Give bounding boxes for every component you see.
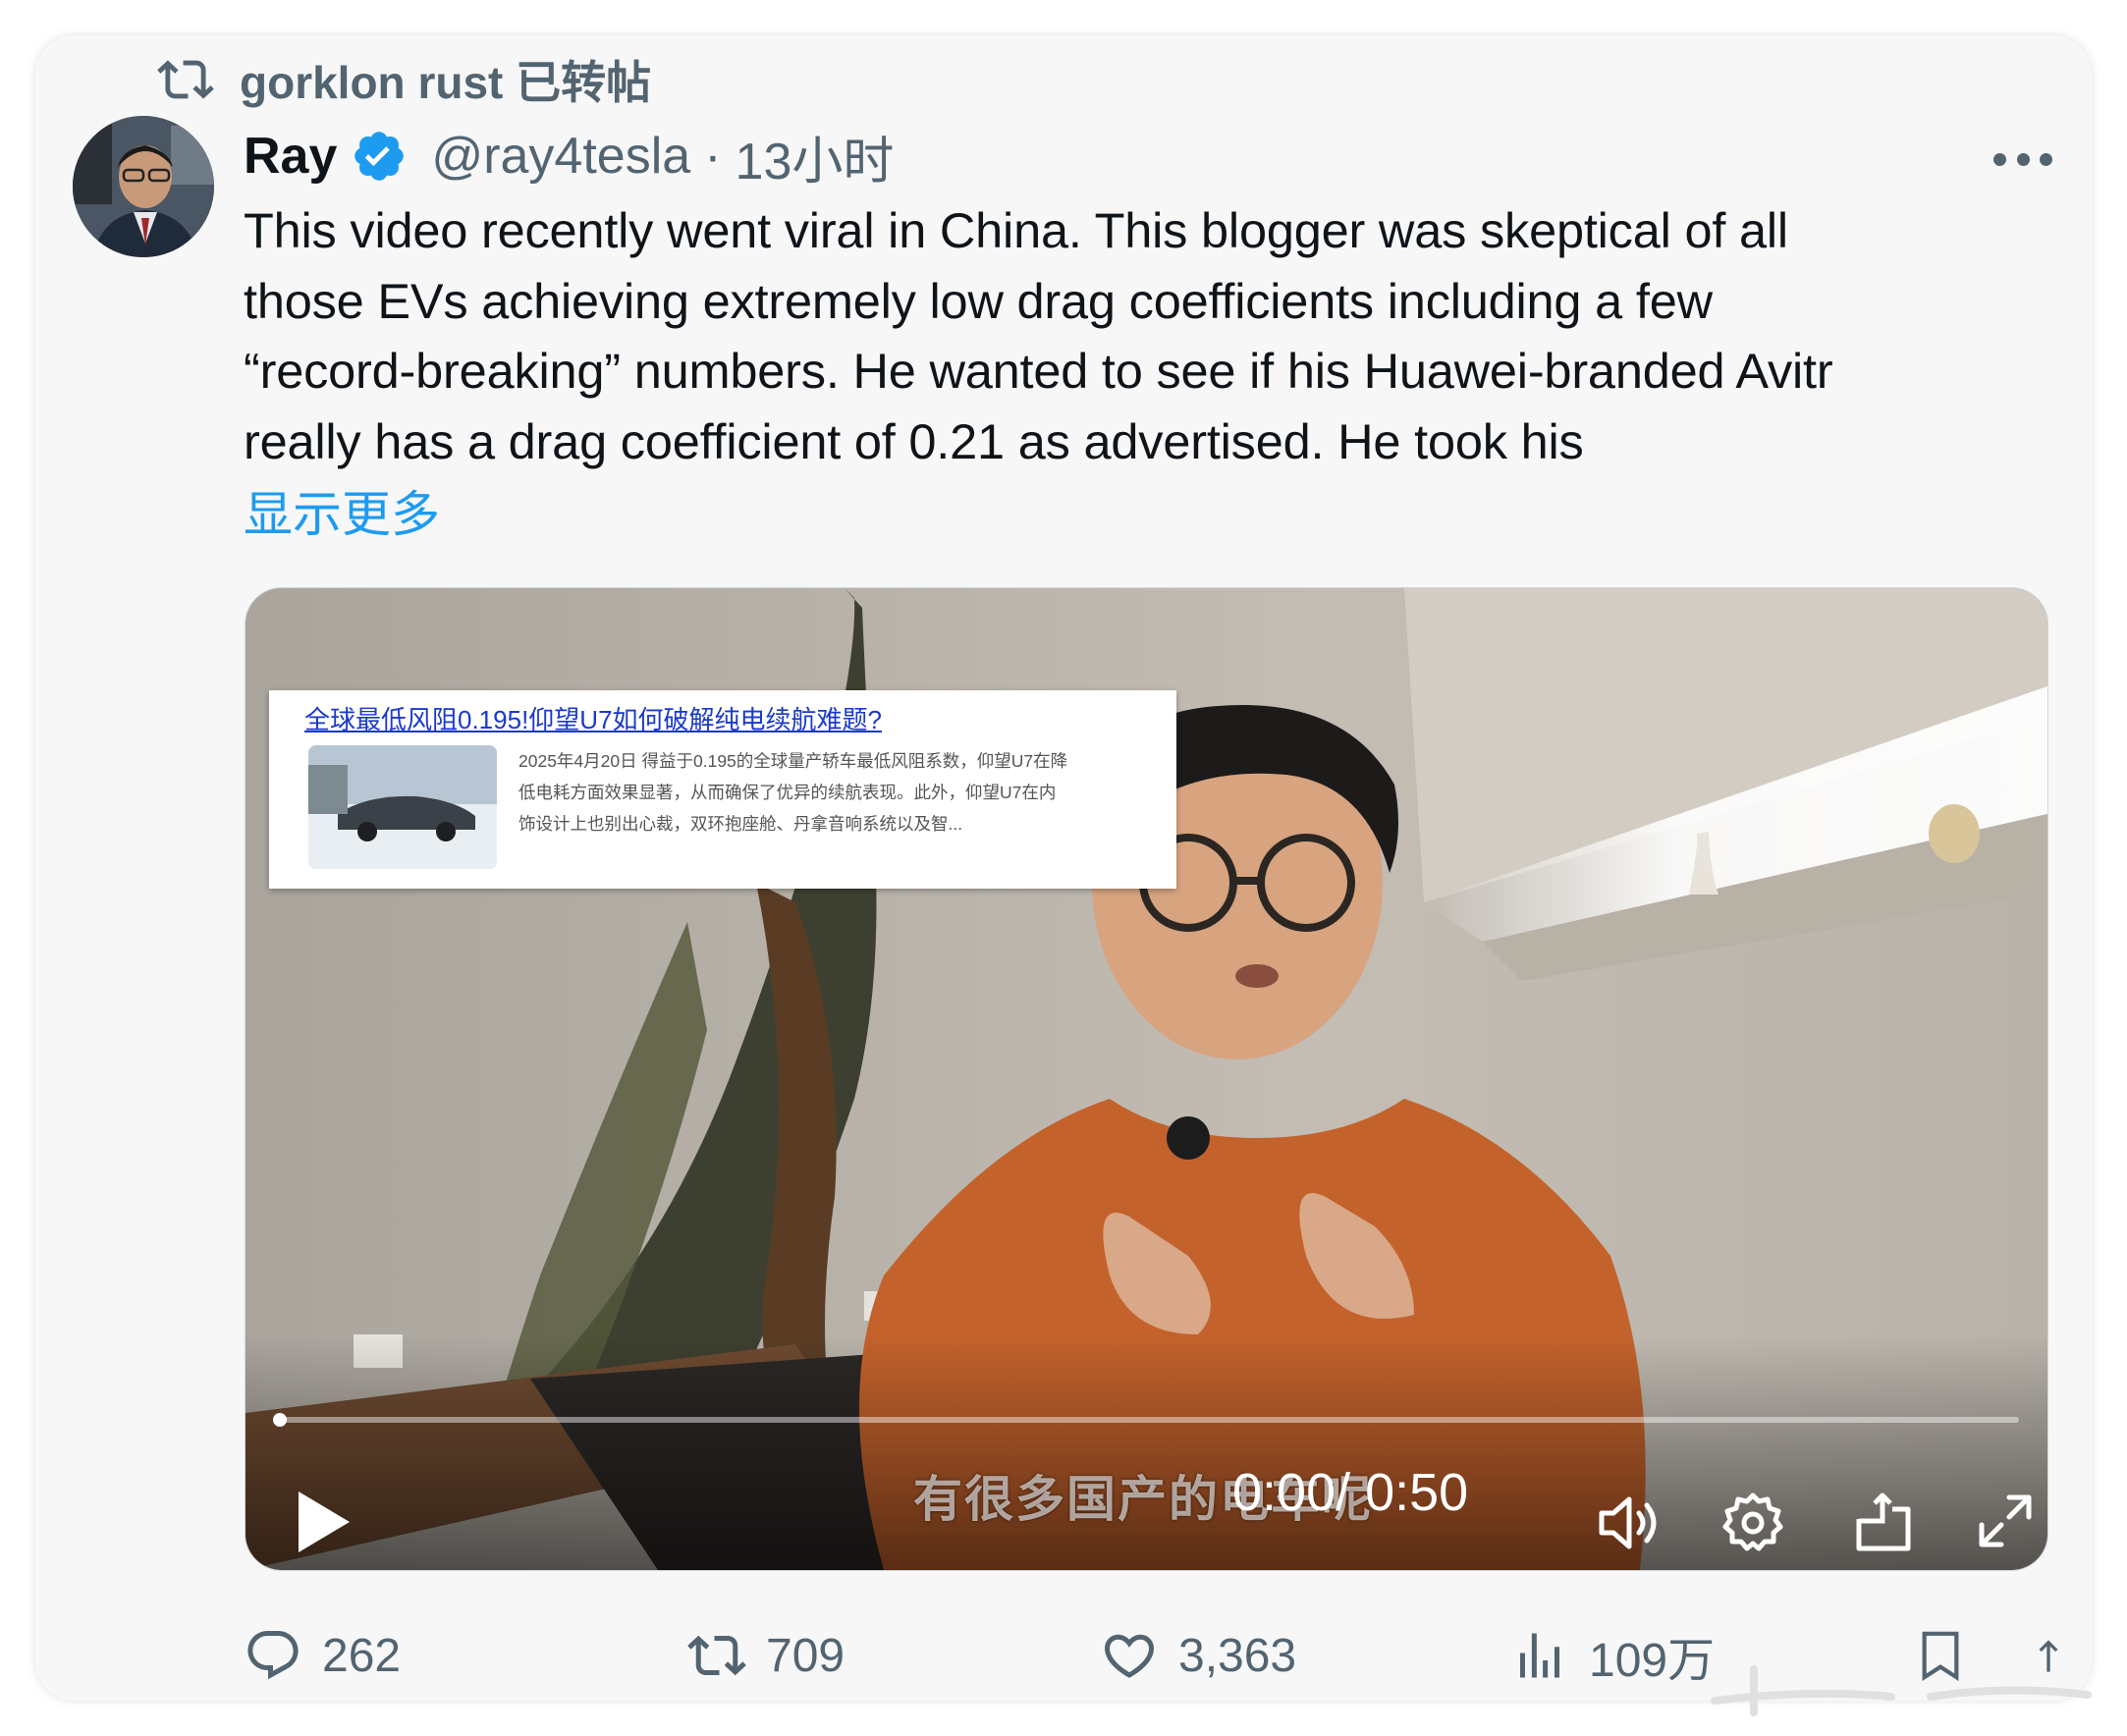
news-thumbnail <box>308 745 497 869</box>
pip-icon[interactable] <box>1851 1492 1914 1554</box>
verified-badge-icon[interactable] <box>351 128 408 185</box>
views-button[interactable]: 109万 <box>1510 1616 1715 1695</box>
post-time[interactable]: 13小时 <box>736 120 895 193</box>
news-snippet-line: 饰设计上也别出心裁，双环抱座舱、丹拿音响系统以及智... <box>518 814 963 834</box>
reply-count: 262 <box>322 1629 402 1682</box>
like-icon <box>1104 1634 1155 1678</box>
author-name[interactable]: Ray <box>244 127 337 186</box>
news-headline: 全球最低风阻0.195!仰望U7如何破解纯电续航难题? <box>304 705 882 734</box>
like-count: 3,363 <box>1178 1629 1297 1682</box>
video-player[interactable]: 全球最低风阻0.195!仰望U7如何破解纯电续航难题? 2025年4月20日 得… <box>245 587 2048 1571</box>
video-time: 0:00/ 0:50 <box>1232 1462 1468 1523</box>
like-button[interactable]: 3,363 <box>1100 1616 1296 1695</box>
current-time: 0:00 <box>1232 1463 1336 1522</box>
repost-indicator[interactable]: gorklon rust 已转帖 <box>157 45 651 114</box>
repost-icon <box>687 1635 746 1676</box>
tweet-body: This video recently went viral in China.… <box>244 195 2060 476</box>
progress-handle[interactable] <box>273 1413 287 1427</box>
news-snippet-line: 2025年4月20日 得益于0.195的全球量产轿车最低风阻系数，仰望U7在降 <box>518 751 1068 771</box>
tweet-line: those EVs achieving extremely low drag c… <box>244 272 1713 329</box>
tweet-line: This video recently went viral in China.… <box>244 202 1788 258</box>
avatar-photo <box>73 116 214 257</box>
play-icon[interactable] <box>295 1490 354 1554</box>
news-snippet: 2025年4月20日 得益于0.195的全球量产轿车最低风阻系数，仰望U7在降 … <box>518 745 1157 840</box>
repost-icon <box>157 60 214 99</box>
more-icon[interactable] <box>1993 153 2052 173</box>
repost-button[interactable]: 709 <box>687 1616 845 1695</box>
tweet-line: “record-breaking” numbers. He wanted to … <box>244 343 1833 399</box>
watermark-icon <box>1711 1665 2092 1716</box>
tweet-header: Ray @ray4tesla · 13小时 <box>244 118 894 194</box>
duration: / 0:50 <box>1336 1463 1469 1522</box>
news-snippet-line: 低电耗方面效果显著，从而确保了优异的续航表现。此外，仰望U7在内 <box>518 783 1057 802</box>
video-progress-bar[interactable] <box>275 1417 2019 1423</box>
repost-label: gorklon rust 已转帖 <box>240 57 652 108</box>
volume-icon[interactable] <box>1596 1492 1666 1554</box>
repost-count: 709 <box>766 1629 845 1682</box>
fullscreen-icon[interactable] <box>1976 1492 2035 1550</box>
separator-dot: · <box>704 128 722 185</box>
views-icon <box>1520 1633 1559 1678</box>
show-more-link[interactable]: 显示更多 <box>244 475 440 546</box>
avatar[interactable] <box>73 116 214 257</box>
settings-icon[interactable] <box>1721 1492 1784 1554</box>
reply-icon <box>247 1631 299 1680</box>
news-overlay: 全球最低风阻0.195!仰望U7如何破解纯电续航难题? 2025年4月20日 得… <box>269 690 1176 889</box>
reply-button[interactable]: 262 <box>244 1616 401 1695</box>
author-handle[interactable]: @ray4tesla <box>431 127 690 186</box>
tweet-card[interactable]: gorklon rust 已转帖 Ray @ray4tesla · 13小时 T… <box>35 35 2092 1701</box>
tweet-line: really has a drag coefficient of 0.21 as… <box>244 412 1584 469</box>
